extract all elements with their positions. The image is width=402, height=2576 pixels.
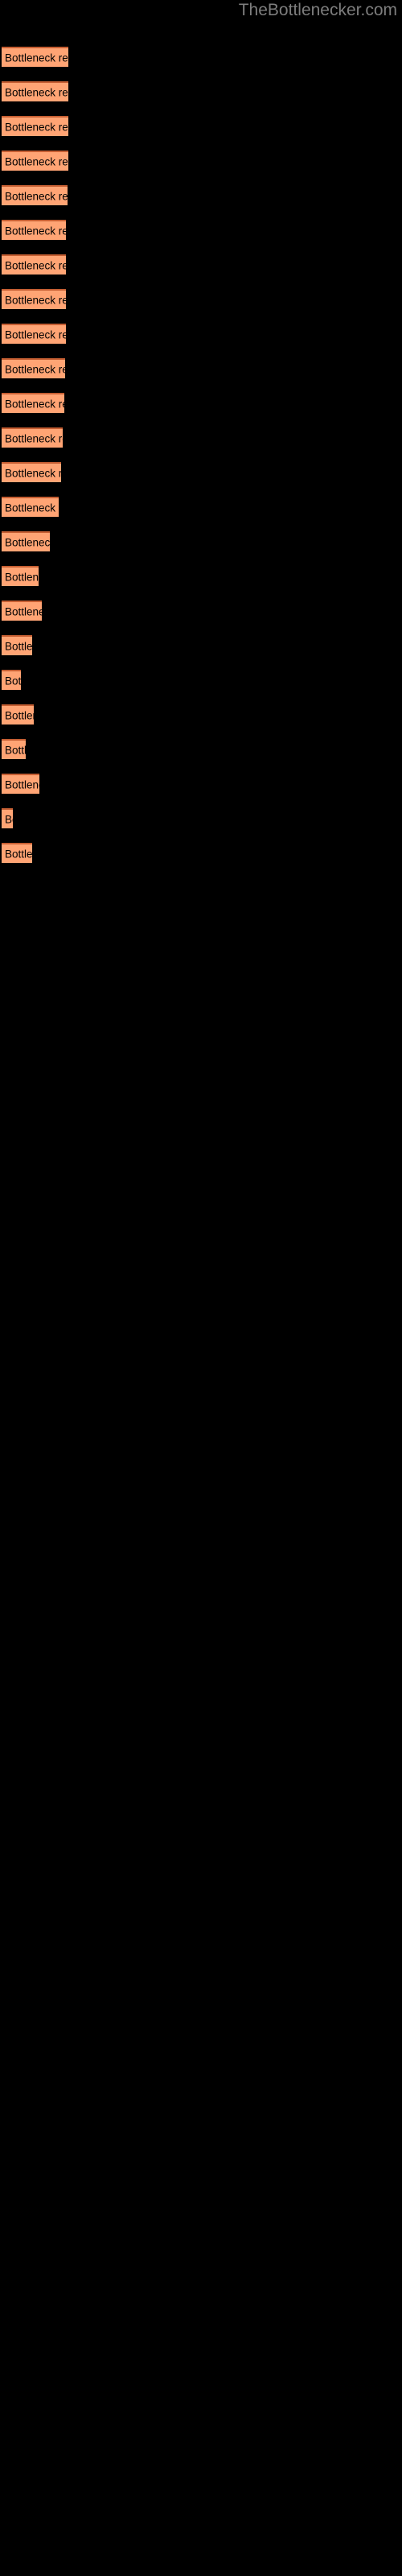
bar-label: Bottleneck result — [5, 258, 66, 271]
bar-label: Bottleneck result — [5, 535, 50, 548]
bar-6: Bottleneck result — [2, 254, 66, 275]
bar-label: Bottleneck result — [5, 397, 64, 410]
bar-label: Bottleneck result — [5, 639, 32, 652]
bar-label: Bottleneck result — [5, 501, 59, 514]
bar-2: Bottleneck result — [2, 116, 68, 136]
bar-16: Bottleneck result — [2, 601, 42, 621]
bar-1: Bottleneck result — [2, 81, 68, 101]
bar-3: Bottleneck result — [2, 151, 68, 171]
bar-14: Bottleneck result — [2, 531, 50, 551]
bar-label: Bottleneck result — [5, 155, 68, 167]
bar-18: Bottleneck result — [2, 670, 21, 690]
bar-4: Bottleneck result — [2, 185, 68, 205]
bar-label: Bottleneck result — [5, 120, 68, 133]
bar-label: Bottleneck result — [5, 708, 34, 721]
bar-0: Bottleneck result — [2, 47, 68, 67]
bar-label: Bottleneck result — [5, 847, 32, 860]
bar-label: Bottleneck result — [5, 743, 26, 756]
bar-label: Bottleneck result — [5, 431, 63, 444]
bar-label: Bottleneck result — [5, 778, 39, 791]
bar-20: Bottleneck result — [2, 739, 26, 759]
bar-12: Bottleneck result — [2, 462, 61, 482]
bar-19: Bottleneck result — [2, 704, 34, 724]
bar-5: Bottleneck result — [2, 220, 66, 240]
bar-label: Bottleneck result — [5, 466, 61, 479]
bar-label: Bottleneck result — [5, 362, 65, 375]
bar-8: Bottleneck result — [2, 324, 66, 344]
bar-7: Bottleneck result — [2, 289, 66, 309]
bar-label: Bottleneck result — [5, 605, 42, 617]
bar-label: Bottleneck result — [5, 224, 66, 237]
bar-label: Bottleneck result — [5, 293, 66, 306]
bar-21: Bottleneck result — [2, 774, 39, 794]
bar-label: Bottleneck result — [5, 328, 66, 341]
horizontal-bar-chart: Bottleneck result Bottleneck result Bottle… — [0, 0, 402, 2576]
bar-17: Bottleneck result — [2, 635, 32, 655]
bar-label: Bottleneck result — [5, 570, 39, 583]
bar-label: Bottleneck result — [5, 189, 68, 202]
bar-22: Bottleneck result — [2, 808, 13, 828]
bar-9: Bottleneck result — [2, 358, 65, 378]
bar-13: Bottleneck result — [2, 497, 59, 517]
bar-15: Bottleneck result — [2, 566, 39, 586]
bar-11: Bottleneck result — [2, 427, 63, 448]
bar-10: Bottleneck result — [2, 393, 64, 413]
bar-label: Bottleneck result — [5, 812, 13, 825]
bar-23: Bottleneck result — [2, 843, 32, 863]
bar-label: Bottleneck result — [5, 674, 21, 687]
bar-label: Bottleneck result — [5, 85, 68, 98]
bar-label: Bottleneck result — [5, 51, 68, 64]
